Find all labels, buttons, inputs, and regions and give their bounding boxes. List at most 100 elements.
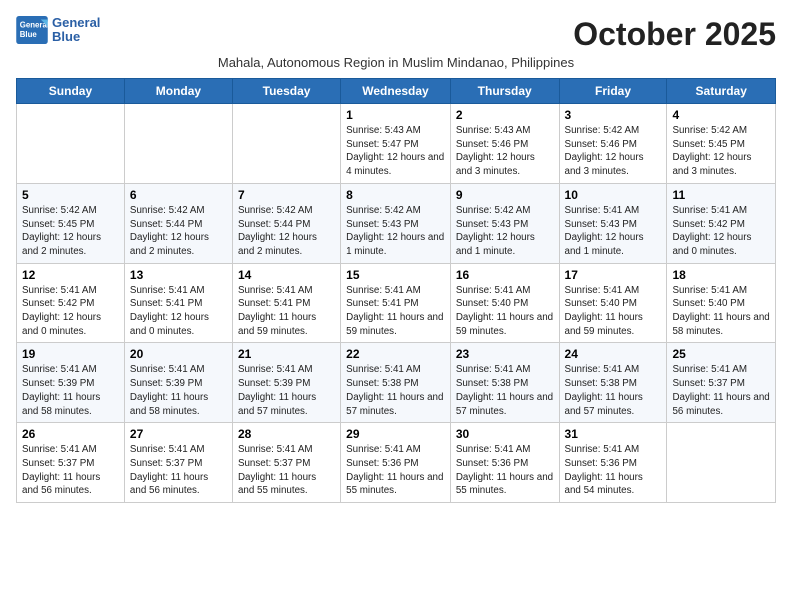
cell-content: Sunrise: 5:42 AM Sunset: 5:45 PM Dayligh… — [672, 124, 770, 179]
cell-content: Sunrise: 5:41 AM Sunset: 5:39 PM Dayligh… — [22, 363, 119, 418]
cell-content: Sunrise: 5:41 AM Sunset: 5:36 PM Dayligh… — [456, 443, 554, 498]
calendar-week-row: 12 Sunrise: 5:41 AM Sunset: 5:42 PM Dayli… — [17, 263, 776, 343]
calendar-cell — [17, 104, 125, 184]
calendar-cell — [124, 104, 232, 184]
day-number: 16 — [456, 268, 554, 282]
svg-text:Blue: Blue — [20, 30, 38, 39]
calendar-cell: 13 Sunrise: 5:41 AM Sunset: 5:41 PM Dayli… — [124, 263, 232, 343]
calendar-table: SundayMondayTuesdayWednesdayThursdayFrid… — [16, 78, 776, 503]
day-number: 20 — [130, 347, 227, 361]
calendar-cell: 15Sunrise: 5:41 AM Sunset: 5:41 PM Dayli… — [341, 263, 451, 343]
weekday-header-thursday: Thursday — [450, 79, 559, 104]
calendar-week-row: 5 Sunrise: 5:42 AM Sunset: 5:45 PM Daylig… — [17, 183, 776, 263]
day-number: 25 — [672, 347, 770, 361]
calendar-cell: 20Sunrise: 5:41 AM Sunset: 5:39 PM Dayli… — [124, 343, 232, 423]
calendar-cell: 2 Sunrise: 5:43 AM Sunset: 5:46 PM Daylig… — [450, 104, 559, 184]
calendar-cell: 26 Sunrise: 5:41 AM Sunset: 5:37 PM Dayli… — [17, 423, 125, 503]
cell-content: Sunrise: 5:41 AM Sunset: 5:37 PM Dayligh… — [672, 363, 770, 418]
calendar-cell: 18 Sunrise: 5:41 AM Sunset: 5:40 PM Dayli… — [667, 263, 776, 343]
calendar-cell: 25 Sunrise: 5:41 AM Sunset: 5:37 PM Dayli… — [667, 343, 776, 423]
calendar-cell: 4 Sunrise: 5:42 AM Sunset: 5:45 PM Daylig… — [667, 104, 776, 184]
calendar-cell: 22Sunrise: 5:41 AM Sunset: 5:38 PM Dayli… — [341, 343, 451, 423]
calendar-cell: 16Sunrise: 5:41 AM Sunset: 5:40 PM Dayli… — [450, 263, 559, 343]
cell-content: Sunrise: 5:41 AM Sunset: 5:36 PM Dayligh… — [346, 443, 445, 498]
calendar-cell: 21 Sunrise: 5:41 AM Sunset: 5:39 PM Dayli… — [232, 343, 340, 423]
weekday-header-monday: Monday — [124, 79, 232, 104]
cell-content: Sunrise: 5:41 AM Sunset: 5:38 PM Dayligh… — [456, 363, 554, 418]
weekday-header-friday: Friday — [559, 79, 667, 104]
weekday-header-wednesday: Wednesday — [341, 79, 451, 104]
cell-content: Sunrise: 5:43 AM Sunset: 5:46 PM Dayligh… — [456, 124, 554, 179]
day-number: 21 — [238, 347, 335, 361]
weekday-header-row: SundayMondayTuesdayWednesdayThursdayFrid… — [17, 79, 776, 104]
cell-content: Sunrise: 5:41 AM Sunset: 5:37 PM Dayligh… — [22, 443, 119, 498]
day-number: 6 — [130, 188, 227, 202]
calendar-cell: 19 Sunrise: 5:41 AM Sunset: 5:39 PM Dayli… — [17, 343, 125, 423]
calendar-cell: 24Sunrise: 5:41 AM Sunset: 5:38 PM Dayli… — [559, 343, 667, 423]
cell-content: Sunrise: 5:41 AM Sunset: 5:40 PM Dayligh… — [565, 284, 662, 339]
cell-content: Sunrise: 5:42 AM Sunset: 5:43 PM Dayligh… — [346, 204, 445, 259]
cell-content: Sunrise: 5:42 AM Sunset: 5:44 PM Dayligh… — [238, 204, 335, 259]
calendar-cell: 17 Sunrise: 5:41 AM Sunset: 5:40 PM Dayli… — [559, 263, 667, 343]
cell-content: Sunrise: 5:43 AM Sunset: 5:47 PM Dayligh… — [346, 124, 445, 179]
calendar-cell: 27 Sunrise: 5:41 AM Sunset: 5:37 PM Dayli… — [124, 423, 232, 503]
day-number: 24 — [565, 347, 662, 361]
calendar-cell: 28Sunrise: 5:41 AM Sunset: 5:37 PM Dayli… — [232, 423, 340, 503]
cell-content: Sunrise: 5:41 AM Sunset: 5:39 PM Dayligh… — [238, 363, 335, 418]
cell-content: Sunrise: 5:41 AM Sunset: 5:38 PM Dayligh… — [346, 363, 445, 418]
logo-line2: Blue — [52, 30, 100, 44]
cell-content: Sunrise: 5:41 AM Sunset: 5:40 PM Dayligh… — [672, 284, 770, 339]
day-number: 7 — [238, 188, 335, 202]
subtitle: Mahala, Autonomous Region in Muslim Mind… — [16, 55, 776, 70]
day-number: 26 — [22, 427, 119, 441]
logo-icon: General Blue — [16, 16, 48, 44]
calendar-cell: 9Sunrise: 5:42 AM Sunset: 5:43 PM Daylig… — [450, 183, 559, 263]
day-number: 12 — [22, 268, 119, 282]
calendar-cell: 23 Sunrise: 5:41 AM Sunset: 5:38 PM Dayli… — [450, 343, 559, 423]
weekday-header-sunday: Sunday — [17, 79, 125, 104]
day-number: 19 — [22, 347, 119, 361]
day-number: 13 — [130, 268, 227, 282]
day-number: 14 — [238, 268, 335, 282]
calendar-cell: 7 Sunrise: 5:42 AM Sunset: 5:44 PM Daylig… — [232, 183, 340, 263]
cell-content: Sunrise: 5:41 AM Sunset: 5:41 PM Dayligh… — [130, 284, 227, 339]
day-number: 28 — [238, 427, 335, 441]
weekday-header-tuesday: Tuesday — [232, 79, 340, 104]
day-number: 10 — [565, 188, 662, 202]
cell-content: Sunrise: 5:41 AM Sunset: 5:43 PM Dayligh… — [565, 204, 662, 259]
calendar-cell: 11 Sunrise: 5:41 AM Sunset: 5:42 PM Dayli… — [667, 183, 776, 263]
day-number: 5 — [22, 188, 119, 202]
calendar-cell: 14 Sunrise: 5:41 AM Sunset: 5:41 PM Dayli… — [232, 263, 340, 343]
month-title: October 2025 — [573, 16, 776, 53]
day-number: 18 — [672, 268, 770, 282]
cell-content: Sunrise: 5:42 AM Sunset: 5:44 PM Dayligh… — [130, 204, 227, 259]
cell-content: Sunrise: 5:41 AM Sunset: 5:42 PM Dayligh… — [22, 284, 119, 339]
day-number: 8 — [346, 188, 445, 202]
cell-content: Sunrise: 5:41 AM Sunset: 5:37 PM Dayligh… — [130, 443, 227, 498]
day-number: 2 — [456, 108, 554, 122]
cell-content: Sunrise: 5:41 AM Sunset: 5:36 PM Dayligh… — [565, 443, 662, 498]
cell-content: Sunrise: 5:41 AM Sunset: 5:42 PM Dayligh… — [672, 204, 770, 259]
logo: General Blue General Blue — [16, 16, 100, 45]
calendar-cell: 6 Sunrise: 5:42 AM Sunset: 5:44 PM Daylig… — [124, 183, 232, 263]
calendar-cell — [667, 423, 776, 503]
day-number: 17 — [565, 268, 662, 282]
day-number: 27 — [130, 427, 227, 441]
cell-content: Sunrise: 5:41 AM Sunset: 5:41 PM Dayligh… — [238, 284, 335, 339]
cell-content: Sunrise: 5:42 AM Sunset: 5:45 PM Dayligh… — [22, 204, 119, 259]
day-number: 29 — [346, 427, 445, 441]
cell-content: Sunrise: 5:41 AM Sunset: 5:41 PM Dayligh… — [346, 284, 445, 339]
logo-line1: General — [52, 16, 100, 30]
day-number: 11 — [672, 188, 770, 202]
day-number: 4 — [672, 108, 770, 122]
day-number: 3 — [565, 108, 662, 122]
day-number: 30 — [456, 427, 554, 441]
day-number: 23 — [456, 347, 554, 361]
calendar-cell: 12 Sunrise: 5:41 AM Sunset: 5:42 PM Dayli… — [17, 263, 125, 343]
calendar-week-row: 1 Sunrise: 5:43 AM Sunset: 5:47 PM Daylig… — [17, 104, 776, 184]
cell-content: Sunrise: 5:42 AM Sunset: 5:46 PM Dayligh… — [565, 124, 662, 179]
calendar-cell: 1 Sunrise: 5:43 AM Sunset: 5:47 PM Daylig… — [341, 104, 451, 184]
weekday-header-saturday: Saturday — [667, 79, 776, 104]
day-number: 31 — [565, 427, 662, 441]
day-number: 1 — [346, 108, 445, 122]
